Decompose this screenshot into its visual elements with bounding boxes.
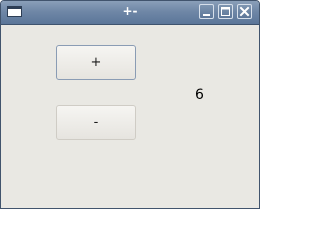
maximize-icon — [221, 7, 230, 16]
counter-label: 6 — [195, 87, 204, 103]
close-icon — [239, 6, 250, 17]
plus-button[interactable]: + — [56, 45, 136, 80]
minimize-icon — [203, 14, 210, 16]
minimize-button[interactable] — [199, 4, 214, 19]
app-window: +- + - 6 — [0, 0, 260, 209]
title-bar[interactable]: +- — [1, 1, 259, 25]
minus-button[interactable]: - — [56, 105, 136, 140]
maximize-button[interactable] — [218, 4, 233, 19]
close-button[interactable] — [237, 4, 252, 19]
